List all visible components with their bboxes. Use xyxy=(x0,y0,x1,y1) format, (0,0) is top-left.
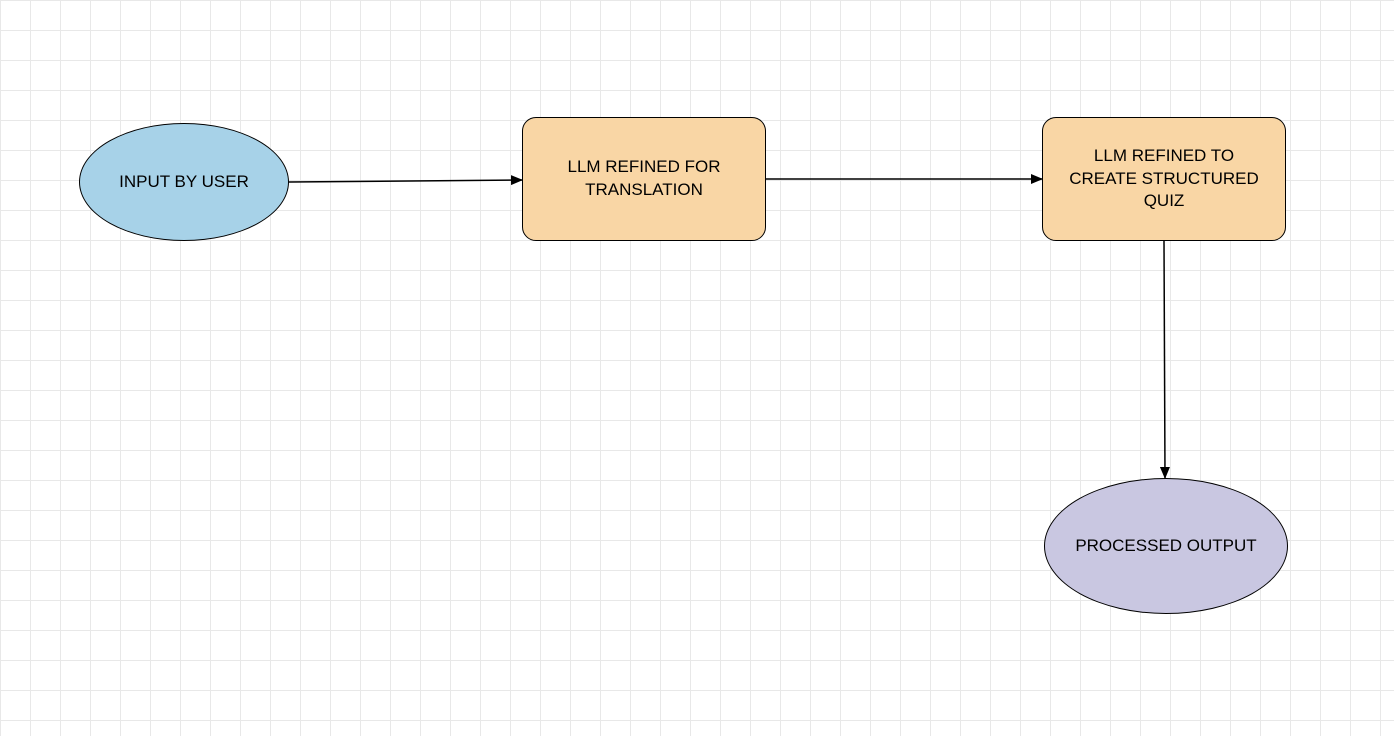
node-translate[interactable]: LLM REFINED FOR TRANSLATION xyxy=(522,117,766,241)
node-output[interactable]: PROCESSED OUTPUT xyxy=(1044,478,1288,614)
node-input[interactable]: INPUT BY USER xyxy=(79,123,289,241)
node-quiz-label: LLM REFINED TO CREATE STRUCTURED QUIZ xyxy=(1061,145,1267,214)
node-input-label: INPUT BY USER xyxy=(119,172,249,192)
node-output-label: PROCESSED OUTPUT xyxy=(1075,536,1256,556)
node-translate-label: LLM REFINED FOR TRANSLATION xyxy=(541,156,747,202)
node-quiz[interactable]: LLM REFINED TO CREATE STRUCTURED QUIZ xyxy=(1042,117,1286,241)
diagram-canvas[interactable]: INPUT BY USER LLM REFINED FOR TRANSLATIO… xyxy=(0,0,1394,736)
edge-quiz-to-output[interactable] xyxy=(1164,241,1165,478)
edge-input-to-translate[interactable] xyxy=(289,180,522,182)
edge-layer xyxy=(0,0,1394,736)
